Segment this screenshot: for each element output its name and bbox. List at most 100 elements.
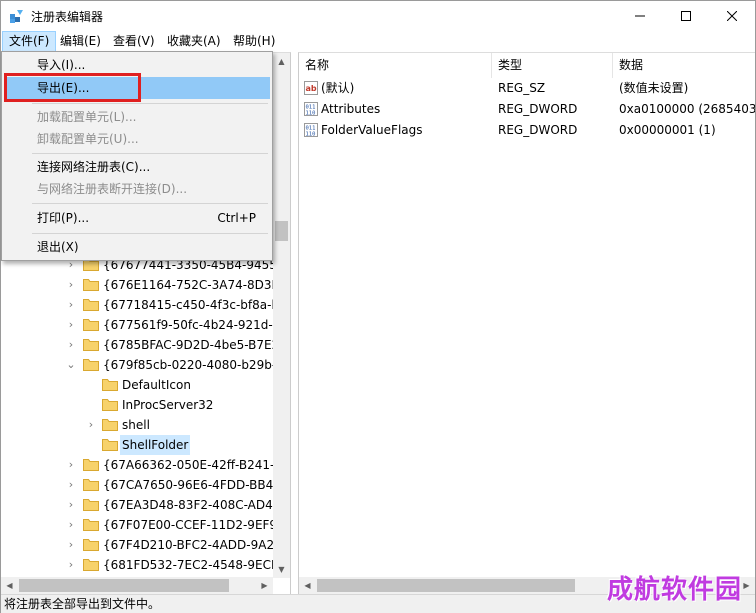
chevron-right-icon[interactable]: › xyxy=(85,415,97,435)
folder-icon xyxy=(83,359,99,371)
value-name: FolderValueFlags xyxy=(321,123,423,137)
watermark-text: 成航软件园 xyxy=(607,575,743,605)
folder-icon xyxy=(83,339,99,351)
menu-item-label: 卸载配置单元(U)... xyxy=(37,132,139,146)
svg-text:ab: ab xyxy=(306,84,317,93)
folder-icon xyxy=(83,279,99,291)
value-type: REG_DWORD xyxy=(498,123,578,137)
scroll-right-arrow-icon[interactable]: ▶ xyxy=(256,577,273,594)
menu-item-unload-hive[interactable]: 卸载配置单元(U)... xyxy=(4,128,270,150)
menu-item-disconnect-network-registry[interactable]: 与网络注册表断开连接(D)... xyxy=(4,178,270,200)
export-highlight-box xyxy=(4,73,141,102)
menu-view[interactable]: 查看(V) xyxy=(107,31,161,52)
menu-help[interactable]: 帮助(H) xyxy=(227,31,281,52)
menu-item-load-hive[interactable]: 加载配置单元(L)... xyxy=(4,106,270,128)
maximize-icon xyxy=(681,11,691,21)
menu-separator xyxy=(32,153,268,154)
tree-horizontal-scrollbar[interactable]: ◀ ▶ xyxy=(1,577,273,594)
menu-separator xyxy=(32,203,268,204)
tree-node-label: DefaultIcon xyxy=(122,378,191,392)
tree-node-label: {6785BFAC-9D2D-4be5-B7E2- xyxy=(103,338,284,352)
svg-text:110: 110 xyxy=(306,111,316,117)
menu-item-print[interactable]: 打印(P)... Ctrl+P xyxy=(4,207,270,229)
close-icon xyxy=(727,11,737,21)
scroll-thumb[interactable] xyxy=(19,579,229,592)
folder-icon xyxy=(102,399,118,411)
folder-icon xyxy=(83,299,99,311)
chevron-right-icon[interactable]: › xyxy=(65,455,77,475)
menu-favorites[interactable]: 收藏夹(A) xyxy=(161,31,227,52)
menu-item-label: 退出(X) xyxy=(37,240,79,254)
menu-edit[interactable]: 编辑(E) xyxy=(54,31,107,52)
folder-icon xyxy=(83,319,99,331)
string-value-icon: ab xyxy=(304,81,318,95)
menu-separator xyxy=(32,103,268,104)
chevron-right-icon[interactable]: › xyxy=(65,295,77,315)
menu-separator xyxy=(32,233,268,234)
tree-node-label: {67F07E00-CCEF-11D2-9EF9-0 xyxy=(103,518,290,532)
column-header-name[interactable]: 名称 xyxy=(299,53,492,78)
tree-node-label: {67718415-c450-4f3c-bf8a-b4 xyxy=(103,298,287,312)
value-row[interactable]: 011 110 Attributes REG_DWORD 0xa0100000 (… xyxy=(299,99,755,120)
binary-value-icon: 011110 xyxy=(304,123,318,137)
scroll-left-arrow-icon[interactable]: ◀ xyxy=(299,577,316,594)
svg-text:110: 110 xyxy=(306,132,316,138)
tree-node-label: {67A66362-050E-42ff-B241-82 xyxy=(103,458,290,472)
value-name: (默认) xyxy=(321,81,355,95)
regedit-app-icon xyxy=(10,10,23,23)
values-list-pane[interactable]: 名称 类型 数据 ab (默认) REG_SZ (数值未设置) 011 110 A… xyxy=(298,52,755,594)
chevron-right-icon[interactable]: › xyxy=(65,495,77,515)
title-bar[interactable]: 注册表编辑器 xyxy=(1,1,755,31)
menu-item-connect-network-registry[interactable]: 连接网络注册表(C)... xyxy=(4,156,270,178)
tree-node-label: shell xyxy=(122,418,150,432)
chevron-right-icon[interactable]: › xyxy=(65,315,77,335)
value-row[interactable]: 011 110 FolderValueFlags REG_DWORD 0x0000… xyxy=(299,120,755,141)
menu-item-label: 加载配置单元(L)... xyxy=(37,110,137,124)
maximize-button[interactable] xyxy=(663,1,709,31)
menu-file[interactable]: 文件(F) xyxy=(2,31,57,52)
regedit-window: 注册表编辑器 文件(F) 编辑(E) 查看(V) 收藏夹(A) 帮助(H) › … xyxy=(0,0,756,613)
menu-item-shortcut: Ctrl+P xyxy=(217,211,256,225)
menu-item-label: 与网络注册表断开连接(D)... xyxy=(37,182,188,196)
close-button[interactable] xyxy=(709,1,755,31)
tree-vertical-scrollbar[interactable]: ▲ ▼ xyxy=(273,53,290,578)
menu-item-label: 连接网络注册表(C)... xyxy=(37,160,151,174)
chevron-down-icon[interactable]: ⌄ xyxy=(65,355,77,375)
tree-node-label: {676E1164-752C-3A74-8D3F-E xyxy=(103,278,291,292)
tree-node-label: {681FD532-7EC2-4548-9ECE-4 xyxy=(103,558,291,572)
value-data: 0xa0100000 (268540313 xyxy=(619,102,755,116)
value-row[interactable]: ab (默认) REG_SZ (数值未设置) xyxy=(299,78,755,99)
scroll-down-arrow-icon[interactable]: ▼ xyxy=(273,561,290,578)
scroll-up-arrow-icon[interactable]: ▲ xyxy=(273,53,290,70)
value-name: Attributes xyxy=(321,102,381,116)
column-header-data[interactable]: 数据 xyxy=(613,53,755,78)
window-title: 注册表编辑器 xyxy=(31,10,104,24)
tree-node-label: InProcServer32 xyxy=(122,398,214,412)
chevron-right-icon[interactable]: › xyxy=(65,535,77,555)
folder-icon xyxy=(83,479,99,491)
menu-item-exit[interactable]: 退出(X) xyxy=(4,236,270,258)
minimize-button[interactable] xyxy=(617,1,663,31)
folder-icon xyxy=(83,539,99,551)
chevron-right-icon[interactable]: › xyxy=(65,555,77,575)
tree-node-label: {679f85cb-0220-4080-b29b-5 xyxy=(103,358,284,372)
tree-node-label: {67CA7650-96E6-4FDD-BB43- xyxy=(103,478,286,492)
value-type: REG_DWORD xyxy=(498,102,578,116)
chevron-right-icon[interactable]: › xyxy=(65,275,77,295)
chevron-right-icon[interactable]: › xyxy=(65,335,77,355)
scroll-left-arrow-icon[interactable]: ◀ xyxy=(1,577,18,594)
value-data: (数值未设置) xyxy=(619,81,689,95)
scroll-thumb[interactable] xyxy=(317,579,575,592)
tree-node-label: {677561f9-50fc-4b24-921d-ea xyxy=(103,318,288,332)
chevron-right-icon[interactable]: › xyxy=(65,475,77,495)
chevron-right-icon[interactable]: › xyxy=(65,515,77,535)
scroll-thumb[interactable] xyxy=(275,221,288,241)
column-header-type[interactable]: 类型 xyxy=(492,53,613,78)
menu-item-label: 打印(P)... xyxy=(37,211,90,225)
folder-icon xyxy=(83,459,99,471)
folder-icon xyxy=(83,499,99,511)
minimize-icon xyxy=(635,15,645,17)
binary-value-icon: 011110 xyxy=(304,102,318,116)
folder-icon xyxy=(102,419,118,431)
folder-icon xyxy=(83,559,99,571)
